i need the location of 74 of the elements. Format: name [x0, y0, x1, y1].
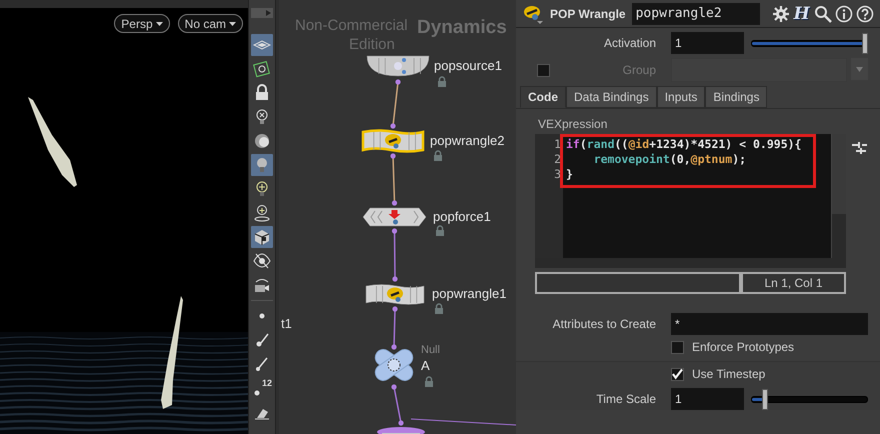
field-label: Activation	[602, 36, 656, 50]
tab[interactable]: Inputs	[656, 86, 706, 108]
search-icon[interactable]	[814, 4, 832, 22]
node-name: popsource1	[434, 58, 502, 73]
checkbox[interactable]	[537, 64, 550, 76]
lock-icon[interactable]	[424, 376, 434, 387]
tab[interactable]: Bindings	[705, 86, 768, 108]
info-icon[interactable]	[834, 4, 853, 22]
toolbar-button[interactable]	[251, 226, 273, 248]
h-menu-button[interactable]: H	[792, 4, 811, 22]
cube-icon	[253, 228, 271, 246]
toolbar-button[interactable]: 12	[251, 377, 273, 399]
lock-icon	[253, 84, 271, 102]
code-editor[interactable]: if(rand((@id+1234)*4521) < 0.995){ removepoint(0,@ptnum); }	[563, 134, 831, 258]
network-context-label: Dynamics	[417, 17, 507, 39]
caret-icon	[156, 22, 163, 26]
node-name: popwrangle2	[430, 133, 504, 148]
number-field[interactable]: 1	[671, 388, 744, 410]
node-name: popwrangle1	[432, 286, 506, 301]
lock-icon[interactable]	[437, 76, 447, 87]
slider[interactable]	[751, 32, 868, 54]
node-type-icon	[522, 4, 544, 24]
node-name: t1	[281, 316, 292, 331]
code-line: }	[566, 167, 574, 182]
tool-label: 12	[262, 378, 272, 388]
node-name: A	[421, 358, 430, 373]
camera-menu[interactable]: Persp	[114, 14, 170, 33]
add-remove-icon[interactable]	[850, 139, 868, 157]
node-name-field[interactable]: popwrangle2	[632, 2, 760, 24]
wrangle-node[interactable]	[364, 283, 426, 306]
field-label: Group	[622, 63, 656, 77]
caret-icon	[229, 22, 236, 26]
slider[interactable]	[751, 388, 868, 410]
slider-thumb[interactable]	[762, 388, 768, 410]
sphere-icon	[253, 132, 271, 150]
settings-icon[interactable]	[772, 4, 790, 22]
line-number: 3	[554, 167, 561, 182]
camera-icon	[253, 276, 271, 294]
checkbox[interactable]	[671, 368, 684, 380]
node-type-title: POP Wrangle	[550, 6, 626, 20]
number-field[interactable]: 1	[671, 32, 744, 54]
field-label: VEXpression	[538, 117, 608, 131]
help-icon[interactable]	[856, 4, 874, 22]
text-field[interactable]: *	[671, 313, 868, 335]
field-label: Time Scale	[595, 392, 656, 406]
eye-icon	[253, 252, 271, 270]
dot-icon	[259, 313, 265, 319]
lock-icon[interactable]	[433, 150, 443, 161]
dot-icon	[254, 390, 260, 396]
lock-icon[interactable]	[434, 303, 444, 314]
slider-thumb[interactable]	[862, 32, 868, 54]
source-node[interactable]	[366, 55, 430, 77]
checkbox-label: Use Timestep	[692, 367, 766, 381]
cursor-position: Ln 1, Col 1	[741, 272, 846, 294]
line-number: 1	[554, 137, 561, 152]
bulb-icon	[253, 204, 271, 222]
tab[interactable]: Code	[520, 86, 566, 108]
checkbox-label: Enforce Prototypes	[692, 340, 794, 354]
node-name: popforce1	[433, 209, 491, 224]
force-node[interactable]	[362, 207, 427, 227]
toolbar-button[interactable]	[251, 58, 273, 80]
tab[interactable]: Data Bindings	[566, 86, 657, 108]
checkbox[interactable]	[671, 340, 684, 354]
scrollbar[interactable]	[535, 258, 846, 268]
line-number: 2	[554, 152, 561, 167]
camera-menu[interactable]: No cam	[178, 14, 243, 33]
caret-icon	[856, 66, 863, 72]
node-type-label: Null	[421, 344, 440, 356]
lock-icon[interactable]	[435, 225, 445, 236]
code-line: if(rand((@id+1234)*4521) < 0.995){	[566, 137, 802, 152]
snap-icon	[253, 60, 271, 78]
field-label: Attributes to Create	[552, 317, 656, 331]
code-line: removepoint(0,@ptnum);	[592, 152, 748, 167]
wrangle-node[interactable]	[361, 129, 425, 153]
